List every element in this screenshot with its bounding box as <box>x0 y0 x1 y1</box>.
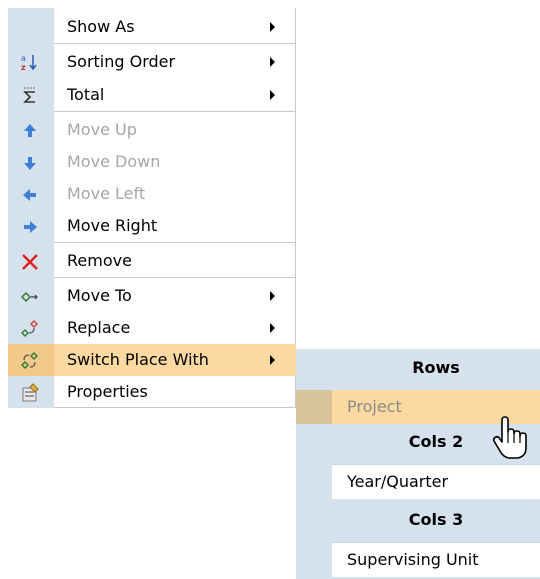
menu-separator <box>54 111 296 112</box>
submenu-item-label: Supervising Unit <box>347 550 479 569</box>
menu-item-properties[interactable]: Properties <box>8 376 296 408</box>
submenu-arrow-icon <box>270 22 275 32</box>
move-to-icon <box>20 287 40 307</box>
menu-separator <box>54 277 296 278</box>
menu-item-move-left[interactable]: Move Left <box>8 178 296 210</box>
properties-icon <box>20 383 40 403</box>
menu-item-label: Move To <box>67 286 132 305</box>
hand-cursor-icon <box>490 416 530 460</box>
menu-item-label: Total <box>67 85 105 104</box>
menu-item-move-down[interactable]: Move Down <box>8 146 296 178</box>
menu-item-remove[interactable]: Remove <box>8 245 296 277</box>
menu-item-label: Move Left <box>67 184 146 203</box>
menu-item-label: Sorting Order <box>67 52 176 71</box>
menu-separator <box>54 242 296 243</box>
menu-item-label: Remove <box>67 251 132 270</box>
arrow-up-icon <box>20 121 40 141</box>
switch-place-icon <box>20 351 40 371</box>
menu-item-label: Replace <box>67 318 131 337</box>
replace-icon <box>20 319 40 339</box>
menu-item-label: Show As <box>67 17 135 36</box>
arrow-down-icon <box>20 153 40 173</box>
svg-text:z: z <box>21 63 26 72</box>
sigma-icon <box>20 86 40 106</box>
menu-item-move-to[interactable]: Move To <box>8 280 296 312</box>
sort-az-icon: a z <box>20 53 40 73</box>
submenu-arrow-icon <box>270 90 275 100</box>
submenu-arrow-icon <box>270 57 275 67</box>
submenu-arrow-icon <box>270 355 275 365</box>
submenu-arrow-icon <box>270 291 275 301</box>
submenu-header-cols-3: Cols 3 <box>408 510 464 529</box>
menu-item-show-as[interactable]: Show As <box>8 11 296 43</box>
svg-text:a: a <box>21 54 26 63</box>
red-x-icon <box>20 252 40 272</box>
menu-item-label: Properties <box>67 382 148 401</box>
switch-place-submenu: Rows Project Cols 2 Year/Quarter Cols 3 … <box>296 349 540 579</box>
submenu-header-rows: Rows <box>412 358 460 377</box>
arrow-left-icon <box>20 185 40 205</box>
menu-item-label: Move Down <box>67 152 161 171</box>
submenu-item-year-quarter[interactable]: Year/Quarter <box>332 464 540 499</box>
menu-item-label: Switch Place With <box>67 350 209 369</box>
menu-item-move-right[interactable]: Move Right <box>8 210 296 242</box>
context-menu: Show As a z Sorting Order Total Move Up … <box>8 8 296 408</box>
submenu-item-label: Year/Quarter <box>347 472 449 491</box>
submenu-arrow-icon <box>270 323 275 333</box>
menu-item-switch-place-with[interactable]: Switch Place With <box>8 344 296 376</box>
menu-item-total[interactable]: Total <box>8 79 296 111</box>
menu-item-move-up[interactable]: Move Up <box>8 114 296 146</box>
submenu-item-label: Project <box>347 397 402 416</box>
menu-item-label: Move Right <box>67 216 158 235</box>
arrow-right-icon <box>20 217 40 237</box>
menu-item-sorting-order[interactable]: a z Sorting Order <box>8 46 296 78</box>
menu-separator <box>54 43 296 44</box>
submenu-item-supervising-unit[interactable]: Supervising Unit <box>332 542 540 577</box>
menu-item-label: Move Up <box>67 120 137 139</box>
menu-item-replace[interactable]: Replace <box>8 312 296 344</box>
